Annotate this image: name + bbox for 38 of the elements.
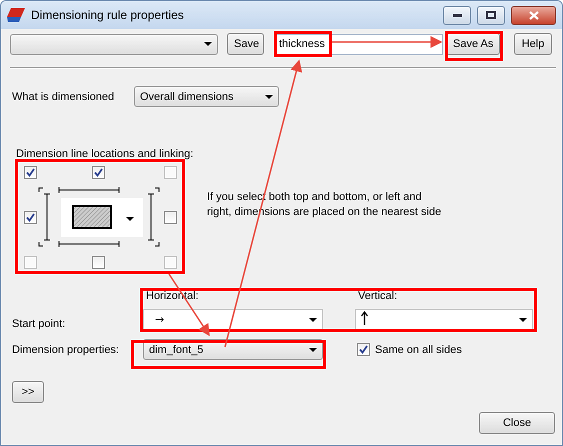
checkbox-label: Same on all sides xyxy=(375,344,462,356)
annotation-box xyxy=(445,31,503,61)
vertical-dropdown[interactable] xyxy=(355,309,533,330)
window-title: Dimensioning rule properties xyxy=(31,8,185,22)
field-label: Dimension properties: xyxy=(11,344,120,356)
expand-button[interactable]: >> xyxy=(12,381,44,403)
minimize-button[interactable] xyxy=(443,6,471,24)
caret-icon xyxy=(309,318,317,322)
annotation-box xyxy=(274,31,332,57)
save-button[interactable]: Save xyxy=(227,33,264,55)
close-dialog-button[interactable]: Close xyxy=(479,412,555,434)
checkbox[interactable] xyxy=(357,343,370,356)
close-button[interactable] xyxy=(511,6,556,24)
rule-dropdown[interactable] xyxy=(10,34,218,54)
checkbox[interactable] xyxy=(92,256,104,268)
section-label: Dimension line locations and linking: xyxy=(16,148,194,160)
caret-icon xyxy=(204,42,212,46)
dimension-layout-drawing[interactable] xyxy=(37,186,161,248)
field-label: Vertical: xyxy=(358,290,398,302)
caret-icon xyxy=(265,94,273,98)
checkbox[interactable] xyxy=(164,210,176,224)
maximize-icon xyxy=(486,11,496,19)
field-label: Start point: xyxy=(11,318,66,330)
checkbox[interactable] xyxy=(24,166,36,178)
minimize-icon xyxy=(452,14,462,16)
caret-icon xyxy=(309,348,317,352)
caret-icon xyxy=(519,318,527,322)
maximize-button[interactable] xyxy=(477,6,505,24)
app-icon xyxy=(7,8,25,22)
up-arrow-icon xyxy=(361,311,368,325)
dimensioned-dropdown[interactable]: Overall dimensions xyxy=(134,86,279,107)
close-icon xyxy=(528,10,538,20)
checkbox[interactable] xyxy=(24,210,36,224)
horizontal-dropdown[interactable]: → xyxy=(143,309,323,330)
help-button[interactable]: Help xyxy=(514,33,552,55)
field-label: What is dimensioned xyxy=(12,90,116,102)
save-as-button[interactable]: Save As xyxy=(446,33,500,55)
checkbox[interactable] xyxy=(92,166,104,178)
